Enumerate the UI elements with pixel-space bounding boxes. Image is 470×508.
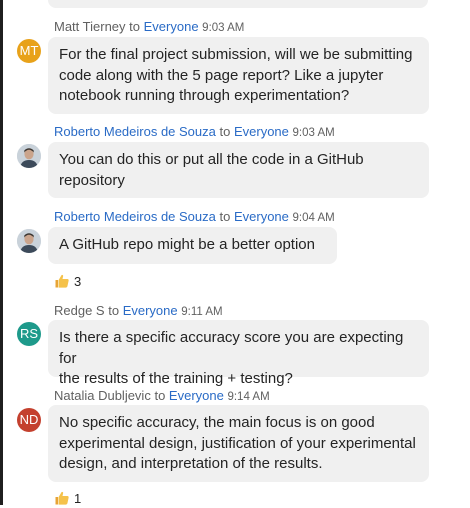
message-line: No specific accuracy, the main focus is … bbox=[59, 414, 375, 431]
sender-name[interactable]: Roberto Medeiros de Souza bbox=[54, 124, 216, 139]
avatar[interactable]: RS bbox=[17, 322, 41, 346]
message-header: Redge S to Everyone 9:11 AM bbox=[54, 303, 223, 320]
sender-name[interactable]: Natalia Dubljevic bbox=[54, 388, 151, 403]
recipient-link[interactable]: Everyone bbox=[144, 19, 199, 34]
sender-name[interactable]: Matt Tierney bbox=[54, 19, 126, 34]
message-line: design, and interpretation of the result… bbox=[59, 455, 323, 472]
message-bubble: You can do this or put all the code in a… bbox=[48, 142, 429, 198]
reaction-count: 3 bbox=[74, 273, 82, 289]
to-label: to bbox=[219, 124, 231, 139]
avatar-initials: ND bbox=[19, 412, 39, 427]
message-bubble: Is there a specific accuracy score you a… bbox=[48, 320, 429, 387]
reaction[interactable]: 3 bbox=[54, 271, 81, 291]
to-label: to bbox=[219, 209, 231, 224]
sender-name[interactable]: Redge S bbox=[54, 303, 105, 318]
timestamp: 9:03 AM bbox=[292, 127, 335, 139]
user-photo-icon bbox=[17, 229, 41, 253]
message-line: notebook running through experimentation… bbox=[59, 87, 350, 104]
thumbs-up-icon bbox=[55, 491, 69, 505]
message-line: You can do this or put all the code in a… bbox=[59, 151, 364, 168]
message-bubble: No specific accuracy, the main focus is … bbox=[48, 405, 429, 482]
message-bubble: A GitHub repo might be a better option bbox=[48, 227, 337, 264]
thumbs-up-icon bbox=[55, 274, 69, 288]
recipient-link[interactable]: Everyone bbox=[234, 124, 289, 139]
to-label: to bbox=[108, 303, 120, 318]
message-line: A GitHub repo might be a better option bbox=[59, 236, 315, 253]
avatar[interactable] bbox=[17, 229, 41, 253]
timestamp: 9:04 AM bbox=[292, 212, 335, 224]
timestamp: 9:14 AM bbox=[227, 391, 270, 403]
avatar[interactable]: MT bbox=[17, 39, 41, 63]
message-line: Is there a specific accuracy score you a… bbox=[59, 329, 404, 367]
to-label: to bbox=[129, 19, 140, 34]
timestamp: 9:03 AM bbox=[202, 22, 245, 34]
message-header: Roberto Medeiros de Souza to Everyone 9:… bbox=[54, 209, 335, 226]
sender-name[interactable]: Roberto Medeiros de Souza bbox=[54, 209, 216, 224]
message-header: Natalia Dubljevic to Everyone 9:14 AM bbox=[54, 388, 270, 405]
recipient-link[interactable]: Everyone bbox=[234, 209, 289, 224]
avatar[interactable] bbox=[17, 144, 41, 168]
message-header: Matt Tierney to Everyone 9:03 AM bbox=[54, 19, 244, 36]
recipient-link[interactable]: Everyone bbox=[123, 303, 178, 318]
message-line: experimental design, justification of yo… bbox=[59, 434, 416, 452]
window-edge bbox=[0, 0, 3, 505]
message-line: code along with the 5 page report? Like … bbox=[59, 66, 384, 84]
message-line: the results of the training + testing? bbox=[59, 370, 293, 387]
reaction[interactable]: 1 bbox=[54, 488, 81, 508]
message-header: Roberto Medeiros de Souza to Everyone 9:… bbox=[54, 124, 335, 141]
message-bubble: For the final project submission, will w… bbox=[48, 37, 429, 114]
message-line: repository bbox=[59, 171, 125, 189]
avatar[interactable]: ND bbox=[17, 408, 41, 432]
timestamp: 9:11 AM bbox=[181, 306, 223, 318]
avatar-initials: RS bbox=[19, 326, 39, 341]
recipient-link[interactable]: Everyone bbox=[169, 388, 224, 403]
avatar-initials: MT bbox=[19, 43, 39, 58]
reaction-count: 1 bbox=[74, 490, 82, 506]
message-line: For the final project submission, will w… bbox=[59, 46, 413, 63]
to-label: to bbox=[154, 388, 166, 403]
previous-message-bubble bbox=[48, 0, 428, 8]
user-photo-icon bbox=[17, 144, 41, 168]
